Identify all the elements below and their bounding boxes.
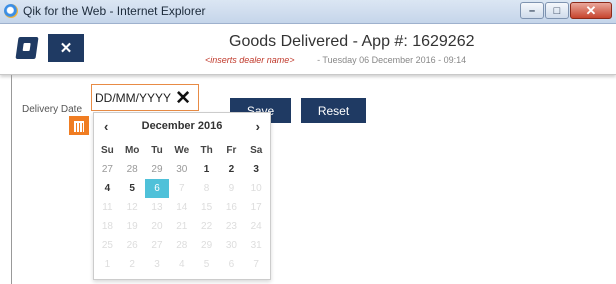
day-cell-disabled: 6 [228,259,235,270]
day-cell-disabled: 15 [201,202,213,213]
window-title: Qik for the Web - Internet Explorer [23,4,206,18]
window-close-button[interactable]: ✕ [570,2,612,19]
day-cell-disabled: 20 [151,221,163,232]
weekday-label: Su [101,145,114,156]
header-date: - Tuesday 06 December 2016 - 09:14 [317,55,467,65]
day-cell-prev-month[interactable]: 30 [169,160,194,179]
week-row: 11 12 13 14 15 16 17 [95,198,269,217]
day-cell-disabled: 8 [203,183,210,194]
day-cell[interactable]: 2 [219,160,244,179]
day-cell-disabled: 16 [225,202,237,213]
window-close-icon: ✕ [585,3,597,18]
day-cell-disabled: 26 [126,240,138,251]
day-cell-prev-month[interactable]: 27 [95,160,120,179]
ie-logo-icon [4,4,18,18]
delivery-date-label: Delivery Date [22,104,83,115]
day-cell[interactable]: 4 [95,179,120,198]
day-cell-disabled: 23 [225,221,237,232]
week-row: 1 2 3 4 5 6 7 [95,255,269,274]
day-cell-disabled: 12 [126,202,138,213]
weekday-row: Su Mo Tu We Th Fr Sa [95,141,269,160]
day-cell-disabled: 7 [253,259,259,270]
dealer-name: <inserts dealer name> [205,55,295,65]
day-cell-disabled: 5 [203,259,210,270]
window-controls: – □ ✕ [519,2,612,20]
day-cell-disabled: 3 [154,259,160,270]
day-cell-disabled: 14 [176,202,188,213]
day-cell-disabled: 13 [151,202,163,213]
day-cell-disabled: 27 [151,240,163,251]
day-cell[interactable]: 3 [244,160,269,179]
weekday-label: We [174,145,190,156]
week-row: 4 5 6 7 8 9 10 [95,179,269,198]
day-cell-disabled: 10 [250,183,262,194]
weekday-label: Th [200,145,213,156]
day-cell-disabled: 28 [176,240,188,251]
day-cell[interactable]: 5 [120,179,145,198]
minimize-button[interactable]: – [520,2,544,19]
calendar-button[interactable] [69,116,89,135]
week-row: 25 26 27 28 29 30 31 [95,236,269,255]
day-cell-disabled: 11 [102,202,113,213]
delivery-date-value: DD/MM/YYYY [95,91,172,105]
page-title: Goods Delivered - App #: 1629262 [229,33,475,50]
day-cell-disabled: 7 [179,183,185,194]
content-border [11,75,12,284]
day-cell-disabled: 18 [101,221,113,232]
week-row: 18 19 20 21 22 23 24 [95,217,269,236]
day-cell-disabled: 19 [126,221,138,232]
day-cell-disabled: 9 [228,183,235,194]
week-row: 27 28 29 30 1 2 3 [95,160,269,179]
weekday-label: Sa [250,145,263,156]
day-cell-disabled: 30 [225,240,237,251]
datepicker-month: December 2016 [141,120,223,132]
minimize-icon: – [528,5,536,17]
maximize-icon: □ [553,5,561,17]
datepicker: ‹ December 2016 › Su Mo Tu We Th Fr Sa 2… [93,112,271,280]
day-cell-disabled: 21 [176,221,188,232]
close-icon: ✕ [59,40,73,57]
next-month-button[interactable]: › [256,119,260,134]
delivery-date-input[interactable]: DD/MM/YYYY ✕ [91,84,199,111]
day-cell-disabled: 4 [179,259,185,270]
day-cell-disabled: 29 [201,240,213,251]
close-app-button[interactable]: ✕ [48,34,84,62]
reset-button[interactable]: Reset [301,98,366,123]
day-cell-disabled: 17 [250,202,262,213]
clear-icon[interactable]: ✕ [175,87,191,110]
weekday-label: Mo [124,145,140,156]
day-cell-disabled: 22 [201,221,213,232]
day-cell-disabled: 1 [104,259,111,270]
day-cell-disabled: 24 [250,221,262,232]
header-subline: <inserts dealer name> - Tuesday 06 Decem… [205,55,466,65]
day-cell[interactable]: 1 [194,160,219,179]
day-cell-prev-month[interactable]: 29 [145,160,170,179]
day-cell-disabled: 31 [250,240,262,251]
datepicker-grid: Su Mo Tu We Th Fr Sa 27 28 29 30 1 2 3 4… [95,141,269,274]
weekday-label: Fr [226,145,237,156]
day-cell-selected[interactable]: 6 [144,179,170,198]
day-cell-disabled: 25 [101,240,113,251]
app-header: ✕ Goods Delivered - App #: 1629262 <inse… [0,24,616,75]
weekday-label: Tu [151,145,163,156]
day-cell-disabled: 2 [129,259,135,270]
qik-logo [15,37,39,59]
day-cell-prev-month[interactable]: 28 [120,160,145,179]
datepicker-header: ‹ December 2016 › [94,119,270,135]
maximize-button[interactable]: □ [545,2,569,19]
window-titlebar: Qik for the Web - Internet Explorer – □ … [0,0,616,24]
